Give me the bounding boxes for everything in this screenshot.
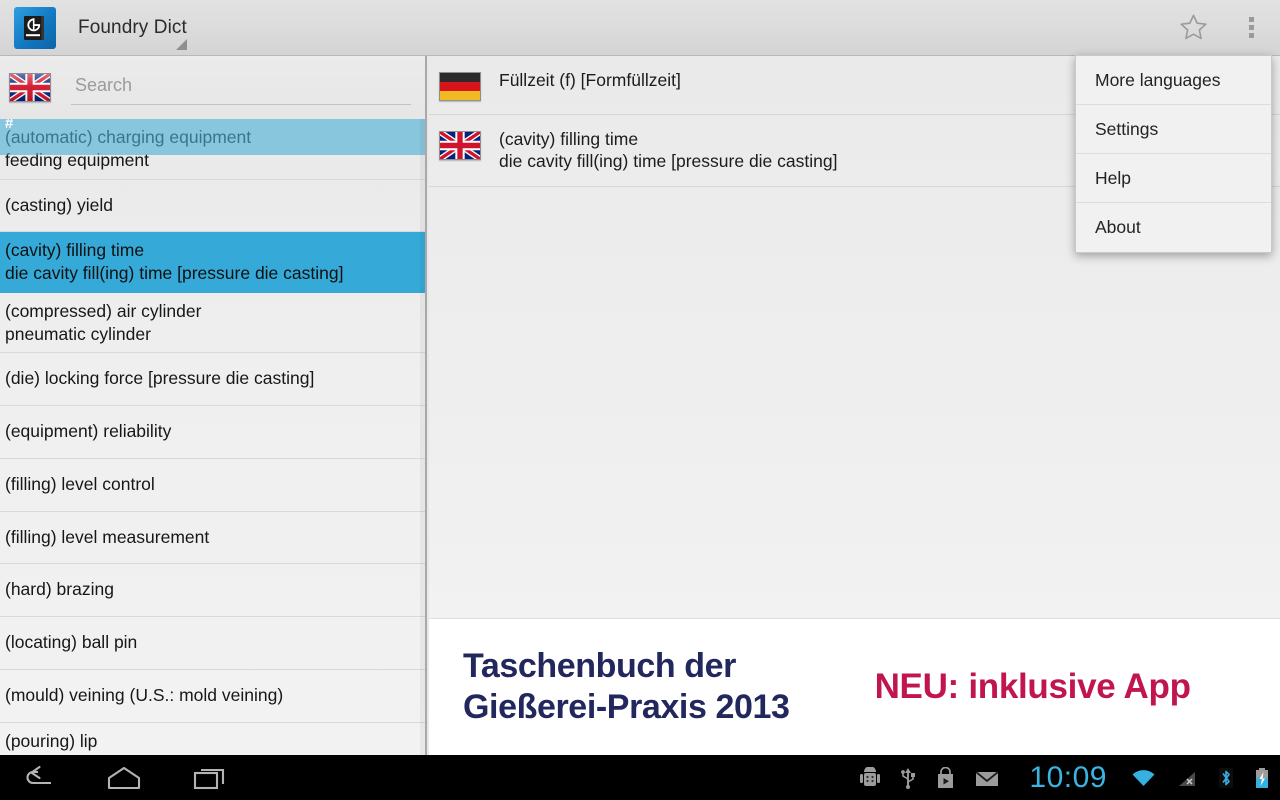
detail-term: Füllzeit (f) [Formfüllzeit] — [499, 70, 681, 90]
list-item[interactable]: (compressed) air cylinder pneumatic cylin… — [0, 293, 425, 354]
list-item-term: (filling) level measurement — [5, 526, 210, 547]
menu-item-settings[interactable]: Settings — [1076, 105, 1271, 154]
usb-icon — [900, 767, 916, 789]
list-item-term: (die) locking force [pressure die castin… — [5, 368, 315, 389]
recent-apps-icon — [193, 768, 225, 789]
battery-charging-icon — [1254, 767, 1270, 789]
menu-item-help[interactable]: Help — [1076, 154, 1271, 203]
word-list-pane: (automatic) charging equipmentfeeding eq… — [0, 56, 427, 755]
overflow-popup-menu: More languages Settings Help About — [1075, 55, 1272, 253]
wifi-icon — [1131, 767, 1156, 789]
back-button[interactable] — [16, 755, 60, 800]
recent-apps-button[interactable] — [188, 755, 232, 800]
detail-term: (cavity) filling time — [499, 129, 639, 149]
list-item-term: (pouring) lip — [5, 730, 98, 751]
list-item[interactable]: (pouring) lip(pouring) spout — [0, 723, 425, 756]
list-scrollbar[interactable] — [420, 119, 425, 755]
de-flag-icon — [439, 72, 481, 101]
list-item[interactable]: (casting) yield — [0, 180, 425, 233]
status-icons: 10:09 — [860, 761, 1270, 795]
list-item-synonym: die cavity fill(ing) time [pressure die … — [5, 263, 344, 283]
uk-flag-icon[interactable] — [9, 73, 51, 102]
detail-synonym: die cavity fill(ing) time [pressure die … — [499, 151, 838, 172]
chevron-down-icon[interactable] — [176, 38, 187, 50]
nav-buttons — [16, 755, 232, 800]
list-item[interactable]: (hard) brazing — [0, 564, 425, 617]
home-icon — [107, 766, 141, 789]
bluetooth-icon — [1218, 767, 1234, 789]
back-arrow-icon — [26, 765, 51, 784]
list-item[interactable]: (locating) ball pin — [0, 617, 425, 670]
menu-item-more-languages[interactable]: More languages — [1076, 56, 1271, 105]
ad-banner-tagline: NEU: inklusive App — [874, 667, 1191, 706]
menu-item-about[interactable]: About — [1076, 203, 1271, 252]
star-icon — [1179, 14, 1207, 40]
uk-flag-icon — [439, 131, 481, 160]
system-navigation-bar: 10:09 — [0, 755, 1280, 800]
list-item-term: (filling) level control — [5, 473, 155, 494]
foundry-dict-book-icon[interactable] — [14, 6, 56, 49]
search-input-wrap — [71, 70, 411, 105]
list-item[interactable]: (equipment) reliability — [0, 406, 425, 459]
list-item[interactable]: (cavity) filling time die cavity fill(ing… — [0, 232, 425, 293]
book-glyph — [24, 15, 44, 40]
list-item-term: (automatic) charging equipment — [5, 127, 252, 147]
android-debug-icon — [860, 766, 881, 789]
list-item-synonym: pneumatic cylinder — [5, 323, 151, 344]
play-store-icon — [936, 766, 955, 789]
ad-banner[interactable]: Taschenbuch der Gießerei-Praxis 2013 NEU… — [429, 618, 1280, 755]
list-item-term: (equipment) reliability — [5, 421, 172, 441]
list-item-term: (locating) ball pin — [5, 632, 138, 652]
search-bar — [0, 56, 425, 119]
status-clock: 10:09 — [1029, 760, 1107, 794]
signal-off-icon — [1176, 767, 1198, 789]
detail-text: (cavity) filling time die cavity fill(ing… — [499, 128, 837, 173]
list-item-term: (casting) yield — [5, 194, 113, 215]
app-title-group[interactable]: Foundry Dict — [78, 0, 187, 56]
list-item[interactable]: (filling) level measurement — [0, 512, 425, 565]
list-item-term: (compressed) air cylinder — [5, 300, 202, 321]
list-item-term: (mould) veining (U.S.: mold veining) — [5, 684, 284, 705]
action-bar: Foundry Dict — [0, 0, 1280, 56]
list-item-term: (hard) brazing — [5, 579, 114, 600]
list-item[interactable]: (filling) level control — [0, 459, 425, 512]
home-button[interactable] — [102, 755, 146, 800]
overflow-dots-icon — [1248, 17, 1254, 38]
favorite-star-button[interactable] — [1164, 0, 1222, 56]
ad-title-line1: Taschenbuch der — [463, 646, 736, 685]
email-icon — [975, 767, 999, 789]
overflow-menu-button[interactable] — [1222, 0, 1280, 56]
list-item-term: (cavity) filling time — [5, 240, 145, 261]
ad-banner-title: Taschenbuch der Gießerei-Praxis 2013 — [463, 646, 790, 729]
detail-text: Füllzeit (f) [Formfüllzeit] — [499, 69, 681, 91]
list-item-synonym: feeding equipment — [5, 149, 149, 170]
ad-title-line2: Gießerei-Praxis 2013 — [463, 688, 790, 726]
list-item[interactable]: (mould) veining (U.S.: mold veining) — [0, 670, 425, 723]
word-list[interactable]: (automatic) charging equipment feeding eq… — [0, 119, 425, 755]
page-title: Foundry Dict — [78, 16, 187, 38]
search-input[interactable] — [71, 70, 411, 105]
tablet-screen: Foundry Dict Search (automatic) charging… — [0, 0, 1280, 800]
list-item[interactable]: (die) locking force [pressure die castin… — [0, 353, 425, 406]
list-item[interactable]: (automatic) charging equipment feeding eq… — [0, 119, 425, 180]
